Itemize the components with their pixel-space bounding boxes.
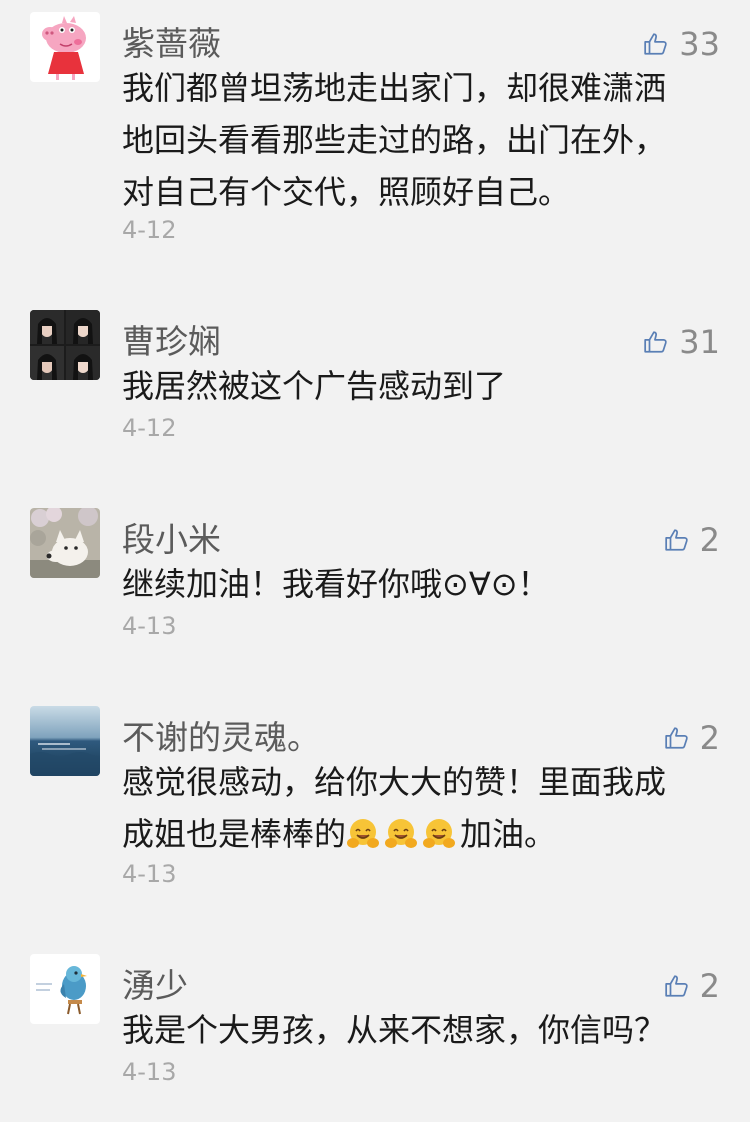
thumbs-up-icon	[644, 331, 668, 353]
avatar[interactable]	[30, 706, 100, 776]
comment-text-line: 对自己有个交代，照顾好自己。	[122, 173, 571, 211]
hugging-face-emoji	[423, 819, 456, 848]
avatar[interactable]	[30, 508, 100, 578]
like-count: 2	[699, 719, 720, 757]
like-count: 2	[699, 967, 720, 1005]
comment-text-line: 我居然被这个广告感动到了	[122, 367, 507, 405]
commenter-name[interactable]: 曹珍娴	[122, 322, 221, 362]
comment-text-segment: 加油。	[460, 815, 557, 853]
like-button[interactable]: 33	[643, 24, 720, 64]
like-button[interactable]: 2	[664, 966, 720, 1006]
bird-illustration-avatar	[30, 954, 100, 1024]
comment-date: 4-12	[122, 414, 177, 442]
comment-text-line: 地回头看看那些走过的路，出门在外，	[122, 121, 667, 159]
comment-text-line: 我是个大男孩，从来不想家，你信吗？	[122, 1011, 667, 1049]
hugging-face-emoji	[385, 819, 418, 848]
commenter-name[interactable]: 段小米	[122, 520, 221, 560]
avatar[interactable]	[30, 12, 100, 82]
photo-grid-avatar	[30, 310, 100, 380]
thumbs-up-icon	[644, 33, 668, 55]
comment-text-segment: 成姐也是棒棒的	[122, 815, 347, 853]
comment-text: 继续加油！我看好你哦⊙∀⊙！	[122, 558, 722, 610]
like-button[interactable]: 2	[664, 718, 720, 758]
comment-text: 我们都曾坦荡地走出家门，却很难潇洒 地回头看看那些走过的路，出门在外， 对自己有…	[122, 62, 722, 218]
ocean-avatar	[30, 706, 100, 776]
comment-text-line: 成姐也是棒棒的 加油。	[122, 808, 722, 860]
hugging-face-emoji	[347, 819, 380, 848]
avatar[interactable]	[30, 954, 100, 1024]
like-count: 31	[679, 323, 720, 361]
commenter-name[interactable]: 紫蔷薇	[122, 24, 221, 64]
commenter-name[interactable]: 湧少	[122, 966, 188, 1006]
commenter-name[interactable]: 不谢的灵魂。	[122, 718, 320, 758]
thumbs-up-icon	[664, 975, 688, 997]
comment-text: 我是个大男孩，从来不想家，你信吗？	[122, 1004, 722, 1056]
comment-date: 4-13	[122, 1058, 177, 1086]
peppa-pig-avatar	[30, 12, 100, 82]
comment-text-line: 继续加油！我看好你哦⊙∀⊙！	[122, 565, 550, 603]
comment-date: 4-12	[122, 216, 177, 244]
thumbs-up-icon	[664, 727, 688, 749]
like-count: 2	[699, 521, 720, 559]
like-count: 33	[679, 25, 720, 63]
comment-text-line: 我们都曾坦荡地走出家门，却很难潇洒	[122, 69, 667, 107]
thumbs-up-icon	[664, 529, 688, 551]
like-button[interactable]: 2	[664, 520, 720, 560]
dog-avatar	[30, 508, 100, 578]
comment-date: 4-13	[122, 860, 177, 888]
avatar[interactable]	[30, 310, 100, 380]
like-button[interactable]: 31	[643, 322, 720, 362]
comment-date: 4-13	[122, 612, 177, 640]
comment-text-line: 感觉很感动，给你大大的赞！里面我成	[122, 763, 667, 801]
comment-text: 我居然被这个广告感动到了	[122, 360, 722, 412]
comment-text: 感觉很感动，给你大大的赞！里面我成 成姐也是棒棒的 加油。	[122, 756, 722, 860]
